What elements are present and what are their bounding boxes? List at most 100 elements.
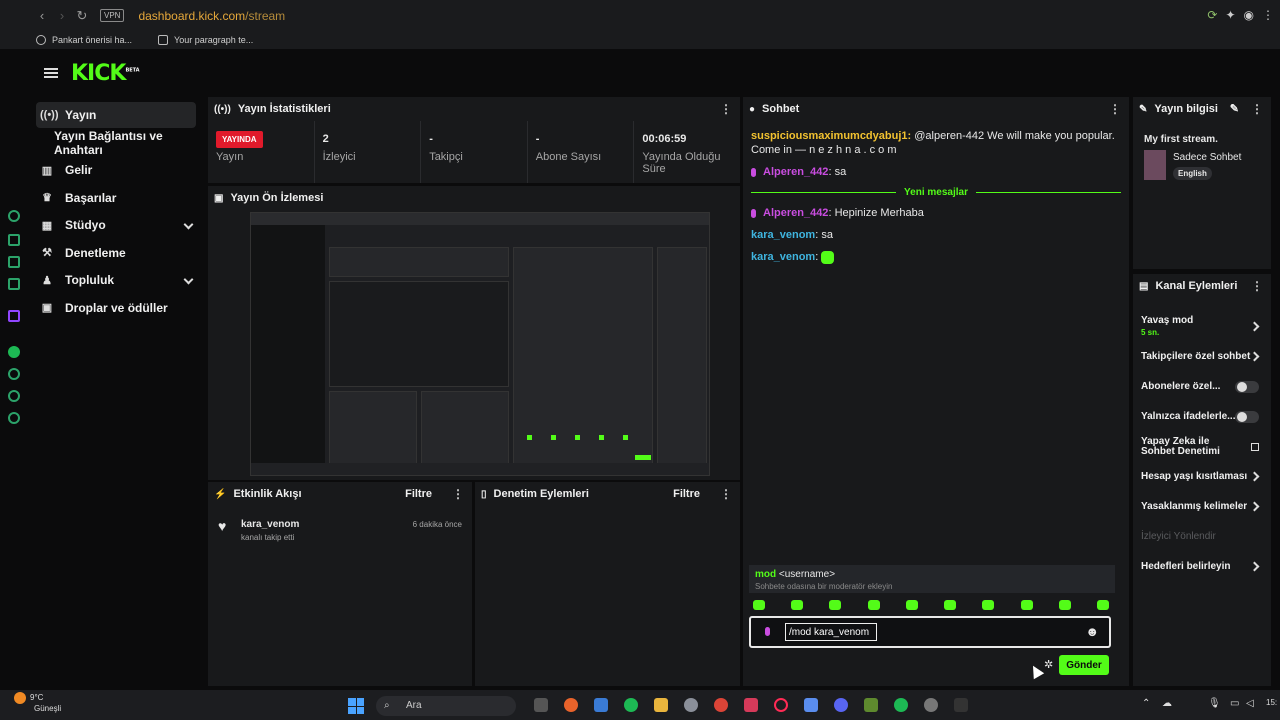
send-button[interactable]: Gönder	[1059, 655, 1109, 675]
chat-input[interactable]	[785, 623, 877, 641]
emote-icon[interactable]	[867, 600, 880, 610]
kebab-menu-icon[interactable]: ⋮	[720, 102, 732, 116]
emote-icon[interactable]	[982, 600, 995, 610]
spotify-icon[interactable]	[894, 698, 908, 712]
puzzle-icon[interactable]: ✦	[1225, 8, 1235, 22]
sidebar-item-drops[interactable]: ▣ Droplar ve ödüller	[28, 294, 206, 322]
folder-icon[interactable]	[654, 698, 668, 712]
spotify-icon[interactable]	[8, 346, 20, 358]
stat-value: 2	[322, 133, 329, 145]
command-suggestion[interactable]: mod <username> Sohbete odasına bir moder…	[749, 565, 1115, 593]
kick-logo[interactable]: KICKBETA	[71, 61, 140, 86]
cloud-icon[interactable]: ☁	[1162, 698, 1172, 709]
emote-icon[interactable]	[829, 600, 842, 610]
copilot-icon[interactable]	[804, 698, 818, 712]
chevron-up-icon[interactable]: ⌃	[1142, 698, 1150, 709]
emote-icon	[821, 250, 835, 264]
slow-mode-row[interactable]: Yavaş mod 5 sn.	[1133, 312, 1271, 342]
volume-icon[interactable]: ◁	[1246, 698, 1254, 709]
network-icon[interactable]: ▭	[1230, 698, 1239, 709]
emote-icon[interactable]	[1058, 600, 1071, 610]
preview-panel: ▣ Yayın Ön İzlemesi	[208, 186, 740, 480]
kebab-menu-icon[interactable]: ⋮	[1251, 279, 1263, 293]
taskview-icon[interactable]	[534, 698, 548, 712]
age-restriction-row[interactable]: Hesap yaşı kısıtlaması	[1133, 462, 1271, 492]
set-goals-row[interactable]: Hedefleri belirleyin	[1133, 552, 1271, 582]
kebab-menu-icon[interactable]: ⋮	[1109, 102, 1121, 116]
subs-only-toggle[interactable]	[1235, 381, 1259, 393]
twitch-icon[interactable]	[8, 310, 20, 322]
obs-icon[interactable]	[924, 698, 938, 712]
filter-button[interactable]: Filtre	[405, 488, 432, 500]
chat-username[interactable]: Alperen_442	[763, 166, 828, 178]
sidebar-item-revenue[interactable]: ▥ Gelir	[28, 157, 206, 185]
forward-icon[interactable]: ›	[52, 8, 72, 23]
store-icon[interactable]	[594, 698, 608, 712]
category-name[interactable]: Sadece Sohbet	[1173, 152, 1241, 163]
chat-username[interactable]: kara_venom	[751, 229, 815, 241]
menu-icon[interactable]: ⋮	[1262, 8, 1274, 22]
clock-icon[interactable]	[8, 368, 20, 380]
app-icon[interactable]	[744, 698, 758, 712]
sidebar-item-community[interactable]: ♟ Topluluk	[28, 267, 206, 295]
followers-only-row[interactable]: Takipçilere özel sohbet	[1133, 342, 1271, 372]
sidebar-app-icon[interactable]	[8, 234, 20, 246]
settings-icon[interactable]	[8, 412, 20, 424]
sidebar-app-icon[interactable]	[8, 390, 20, 402]
event-user[interactable]: kara_venom	[241, 519, 299, 530]
emote-icon[interactable]	[905, 600, 918, 610]
wrench-icon: ✎	[1139, 103, 1148, 115]
chat-input-box[interactable]: ☻	[749, 616, 1111, 648]
firefox-icon[interactable]	[564, 698, 578, 712]
discord-icon[interactable]	[834, 698, 848, 712]
back-icon[interactable]: ‹	[32, 8, 52, 23]
kebab-menu-icon[interactable]: ⋮	[1251, 102, 1263, 116]
opera-icon[interactable]	[774, 698, 788, 712]
sidebar-item-studio[interactable]: ▦ Stüdyo	[28, 212, 206, 240]
app-icon[interactable]	[954, 698, 968, 712]
stream-preview[interactable]	[250, 212, 710, 476]
sidebar-app-icon[interactable]	[8, 256, 20, 268]
settings-icon[interactable]	[684, 698, 698, 712]
emote-icon[interactable]	[944, 600, 957, 610]
weather-widget[interactable]: 9°C Güneşli	[14, 692, 61, 714]
bookmark-item[interactable]: Your paragraph te...	[158, 35, 253, 45]
chat-username[interactable]: kara_venom	[751, 251, 815, 263]
chat-username[interactable]: Alperen_442	[763, 207, 828, 219]
emoji-icon[interactable]: ☻	[1085, 624, 1099, 639]
windows-start-icon[interactable]	[348, 698, 364, 714]
settings-gear-icon[interactable]: ✲	[1044, 658, 1053, 671]
ai-moderation-row[interactable]: Yapay Zeka ile Sohbet Denetimi	[1133, 432, 1259, 462]
sidebar-item-stream[interactable]: ((•)) Yayın	[36, 102, 196, 128]
action-label: Takipçilere özel sohbet	[1141, 351, 1251, 362]
taskbar-search[interactable]: ⌕ Ara	[376, 696, 516, 716]
address-bar[interactable]: dashboard.kick.com/stream	[138, 9, 285, 23]
sidebar-item-moderation[interactable]: ⚒ Denetleme	[28, 239, 206, 267]
sidebar-app-icon[interactable]	[8, 278, 20, 290]
kebab-menu-icon[interactable]: ⋮	[452, 487, 464, 501]
emote-icon[interactable]	[753, 600, 765, 610]
extension-icon[interactable]: ⟳	[1207, 8, 1217, 22]
emote-icon[interactable]	[1096, 600, 1109, 610]
minecraft-icon[interactable]	[864, 698, 878, 712]
clock[interactable]: 15:	[1266, 698, 1277, 707]
mic-icon[interactable]: 🎙	[1208, 698, 1221, 709]
sidebar-app-icon[interactable]	[8, 210, 20, 222]
chat-username[interactable]: suspiciousmaximumcdyabuj1	[751, 130, 908, 142]
hamburger-menu-icon[interactable]	[44, 68, 58, 78]
emote-icon[interactable]	[1020, 600, 1033, 610]
bookmark-item[interactable]: Pankart önerisi ha...	[36, 35, 132, 45]
reload-icon[interactable]: ↻	[72, 8, 92, 24]
filter-button[interactable]: Filtre	[673, 488, 700, 500]
chrome-icon[interactable]	[714, 698, 728, 712]
emote-icon[interactable]	[791, 600, 804, 610]
banned-words-row[interactable]: Yasaklanmış kelimeler	[1133, 492, 1271, 522]
sidebar-item-stream-key[interactable]: Yayın Bağlantısı ve Anahtarı	[28, 129, 206, 157]
profile-icon[interactable]: ◉	[1244, 8, 1254, 22]
sidebar-item-achievements[interactable]: ♛ Başarılar	[28, 184, 206, 212]
emotes-only-toggle[interactable]	[1235, 411, 1259, 423]
spotify-icon[interactable]	[624, 698, 638, 712]
edit-icon[interactable]: ✎	[1230, 102, 1239, 115]
vpn-badge[interactable]: VPN	[100, 9, 125, 22]
kebab-menu-icon[interactable]: ⋮	[720, 487, 732, 501]
